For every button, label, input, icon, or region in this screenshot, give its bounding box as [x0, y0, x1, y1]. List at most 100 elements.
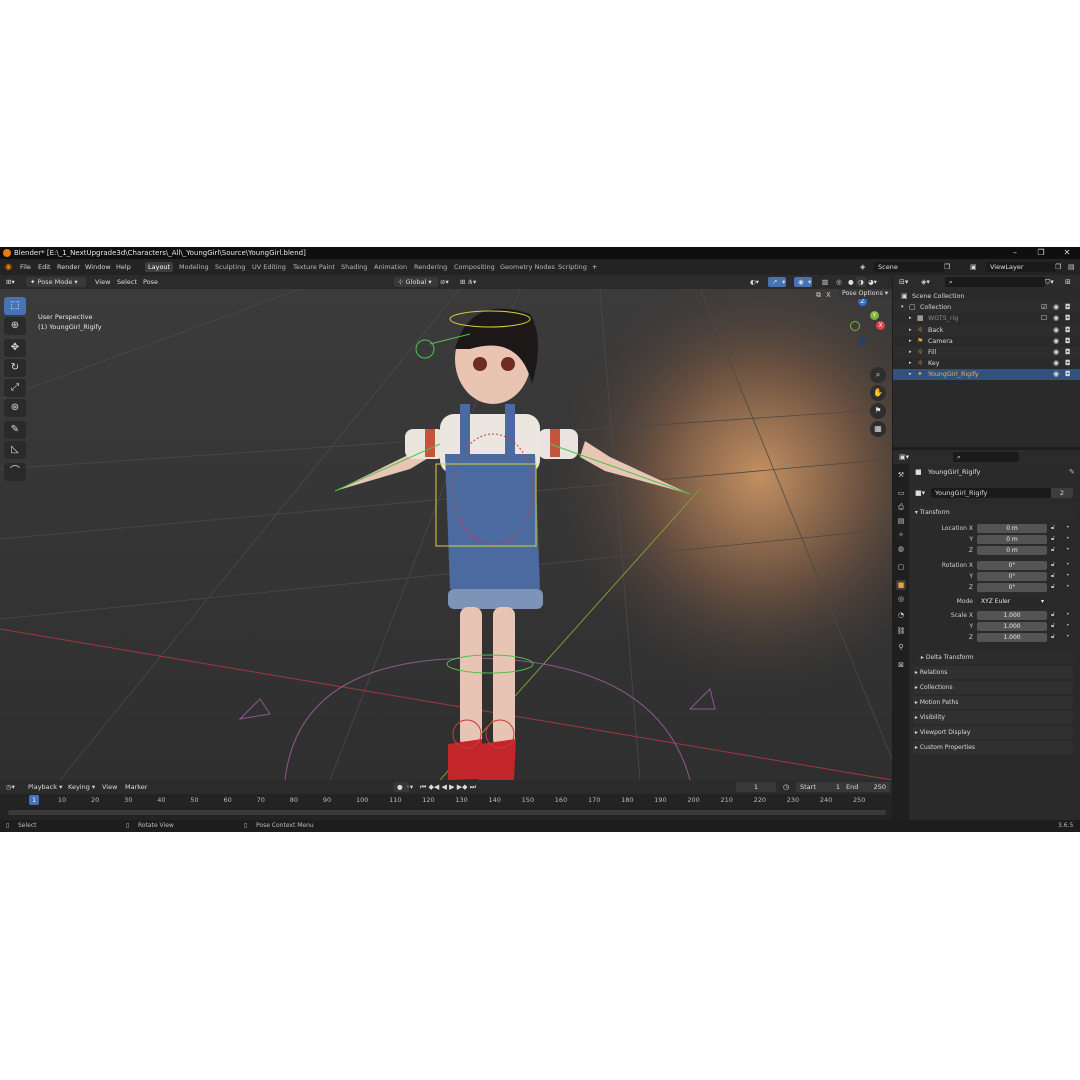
panel-collections[interactable]: ▸ Collections: [913, 681, 1073, 694]
expand-arrow-icon[interactable]: ▸: [909, 313, 912, 324]
visibility-eye-icon[interactable]: ◉: [1053, 302, 1059, 313]
panel-custom-properties[interactable]: ▸ Custom Properties: [913, 741, 1073, 754]
render-camera-icon[interactable]: ◘: [1065, 302, 1071, 313]
pin-icon[interactable]: ✎: [1069, 468, 1075, 476]
maximize-button[interactable]: ❐: [1030, 247, 1052, 259]
expand-arrow-icon[interactable]: ▸: [909, 336, 912, 347]
render-camera-icon[interactable]: ◘: [1065, 325, 1071, 336]
shading-rendered-icon[interactable]: ◕▾: [868, 275, 877, 289]
filter-icon[interactable]: ⛉▾: [1045, 275, 1054, 289]
camera-view-icon[interactable]: ⚑: [870, 403, 886, 419]
menu-playback[interactable]: Playback ▾: [28, 780, 62, 794]
keyframe-dot-icon[interactable]: •: [1066, 535, 1070, 542]
exclude-checkbox[interactable]: ☐: [1041, 313, 1047, 324]
tab-modeling[interactable]: Modeling: [176, 262, 212, 272]
zoom-view-icon[interactable]: ⌕: [870, 367, 886, 383]
shading-material-icon[interactable]: ◑: [856, 277, 866, 287]
lock-icon[interactable]: 🔓︎: [1051, 572, 1055, 580]
gizmo-x-axis[interactable]: X: [876, 321, 885, 330]
gizmo-neg-z[interactable]: [858, 337, 866, 345]
view-layer-remove-icon[interactable]: ▤: [1068, 259, 1075, 275]
overlay-dropdown-icon[interactable]: ▾: [808, 275, 811, 289]
render-camera-icon[interactable]: ◘: [1065, 358, 1071, 369]
scale-x-field[interactable]: 1.000: [977, 611, 1047, 620]
scale-tool-icon[interactable]: ⤢: [4, 379, 26, 397]
move-tool-icon[interactable]: ✥: [4, 339, 26, 357]
outliner-row[interactable]: ▸ ☼ Back ◉ ◘: [893, 324, 1080, 336]
playhead-frame-indicator[interactable]: 1: [29, 795, 40, 805]
collection-tab-icon[interactable]: ▢: [896, 562, 906, 572]
gizmo-neg-y[interactable]: [850, 321, 860, 331]
display-mode-icon[interactable]: ◈▾: [921, 275, 930, 289]
new-collection-icon[interactable]: ⊞: [1065, 275, 1071, 289]
keyframe-dot-icon[interactable]: •: [1066, 546, 1070, 553]
end-frame-field[interactable]: End 250: [842, 782, 890, 792]
object-data-tab-icon[interactable]: ⚲: [896, 642, 906, 652]
rotation-z-field[interactable]: 0°: [977, 583, 1047, 592]
menu-keying[interactable]: Keying ▾: [68, 780, 95, 794]
shading-wireframe-icon[interactable]: ◎: [836, 275, 842, 289]
tool-tab-icon[interactable]: ⚒: [896, 470, 906, 480]
render-tab-icon[interactable]: ▭: [896, 488, 906, 498]
scale-y-field[interactable]: 1.000: [977, 622, 1047, 631]
location-z-field[interactable]: 0 m: [977, 546, 1047, 555]
3d-viewport[interactable]: User Perspective (1) YoungGirl_Rigify ⬚ …: [0, 289, 892, 780]
keying-set-icon[interactable]: ◦▾: [406, 780, 413, 794]
view-layer-selector[interactable]: ViewLayer: [986, 262, 1056, 272]
visibility-eye-icon[interactable]: ◉: [1053, 336, 1059, 347]
properties-search-input[interactable]: ⌕: [953, 452, 1019, 462]
panel-viewport-display[interactable]: ▸ Viewport Display: [913, 726, 1073, 739]
scale-z-field[interactable]: 1.000: [977, 633, 1047, 642]
keyframe-dot-icon[interactable]: •: [1066, 633, 1070, 640]
lock-icon[interactable]: 🔓︎: [1051, 611, 1055, 619]
menu-marker[interactable]: Marker: [125, 780, 147, 794]
output-tab-icon[interactable]: ⎙: [896, 502, 906, 512]
bone-tool-icon[interactable]: ⌒: [4, 463, 26, 481]
outliner-row[interactable]: ▸ ✦ YoungGirl_Rigify ◉ ◘: [893, 369, 1080, 381]
visibility-eye-icon[interactable]: ◉: [1053, 358, 1059, 369]
visibility-eye-icon[interactable]: ◉: [1053, 325, 1059, 336]
menu-help[interactable]: Help: [116, 259, 131, 275]
user-count-field[interactable]: 2: [1051, 488, 1073, 498]
measure-tool-icon[interactable]: ◺: [4, 441, 26, 459]
rotation-y-field[interactable]: 0°: [977, 572, 1047, 581]
keyframe-dot-icon[interactable]: •: [1066, 611, 1070, 618]
constraints-tab-icon[interactable]: ⛓: [896, 626, 906, 636]
physics-tab-icon[interactable]: ◔: [896, 610, 906, 620]
cursor-tool-icon[interactable]: ⊕: [4, 317, 26, 335]
outliner-row[interactable]: ▾ ▢ Collection ◉ ◘ ☑: [893, 302, 1080, 314]
keyframe-dot-icon[interactable]: •: [1066, 561, 1070, 568]
object-tab-icon[interactable]: ■: [896, 580, 906, 590]
render-camera-icon[interactable]: ◘: [1065, 369, 1071, 380]
start-frame-field[interactable]: Start 1: [796, 782, 844, 792]
transform-orientation-dropdown[interactable]: ⊹ Global ▾: [394, 277, 438, 287]
panel-visibility[interactable]: ▸ Visibility: [913, 711, 1073, 724]
playback-controls[interactable]: ⏮ ◆◀ ◀ ▶ ▶◆ ⏭: [420, 780, 476, 794]
ortho-toggle-icon[interactable]: ▦: [870, 421, 886, 437]
location-x-field[interactable]: 0 m: [977, 524, 1047, 533]
mode-dropdown[interactable]: ✦ Pose Mode ▾: [26, 277, 86, 287]
transform-tool-icon[interactable]: ⊛: [4, 399, 26, 417]
timeline-ruler[interactable]: 1 10 20 30 40 50 60 70 80 90 100 110 120 130 140 150 160…: [0, 794, 892, 820]
lock-icon[interactable]: 🔓︎: [1051, 535, 1055, 543]
render-camera-icon[interactable]: ◘: [1065, 336, 1071, 347]
outliner-row[interactable]: ▣ Scene Collection: [893, 291, 1080, 302]
close-button[interactable]: ✕: [1056, 247, 1078, 259]
tab-uv-editing[interactable]: UV Editing: [249, 262, 289, 272]
xray-icon[interactable]: ▨: [822, 275, 828, 289]
pose-options-dropdown[interactable]: Pose Options ▾: [838, 289, 892, 299]
outliner-row[interactable]: ▸ ☼ Key ◉ ◘: [893, 358, 1080, 369]
lock-icon[interactable]: 🔓︎: [1051, 633, 1055, 641]
render-camera-icon[interactable]: ◘: [1065, 347, 1071, 358]
outliner-row[interactable]: ▸ ☼ Fill ◉ ◘: [893, 347, 1080, 358]
keyframe-dot-icon[interactable]: •: [1066, 622, 1070, 629]
timeline-editor-icon[interactable]: ◷▾: [6, 780, 15, 794]
current-frame-field[interactable]: 1: [736, 782, 776, 792]
panel-motion-paths[interactable]: ▸ Motion Paths: [913, 696, 1073, 709]
gizmo-dropdown-icon[interactable]: ▾: [782, 275, 785, 289]
outliner-row[interactable]: ▸ ⚑ Camera ◉ ◘: [893, 336, 1080, 347]
select-box-tool-icon[interactable]: ⬚: [4, 297, 26, 315]
view-layer-new-icon[interactable]: ❐: [1055, 259, 1061, 275]
menu-pose[interactable]: Pose: [143, 275, 158, 289]
visibility-eye-icon[interactable]: ◉: [1053, 347, 1059, 358]
